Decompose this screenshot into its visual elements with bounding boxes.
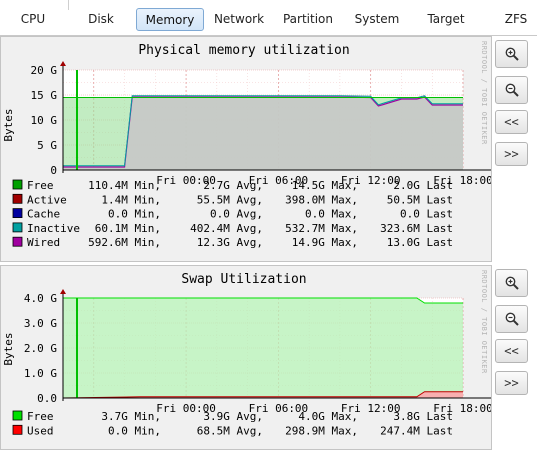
y-tick-label: 15 G bbox=[31, 89, 58, 102]
legend-swatch bbox=[12, 193, 23, 204]
legend-name: Free bbox=[27, 410, 54, 423]
legend-avg: 3.9G Avg, bbox=[203, 410, 263, 423]
legend-last: 13.0G Last bbox=[387, 236, 453, 249]
magnifier-plus-icon bbox=[505, 276, 519, 290]
tab-system[interactable]: System bbox=[349, 8, 405, 31]
legend-last: 50.5M Last bbox=[387, 193, 453, 206]
tab-zfs[interactable]: ZFS bbox=[498, 8, 534, 31]
legend-last: 323.6M Last bbox=[380, 222, 453, 235]
legend-avg: 2.7G Avg, bbox=[203, 179, 263, 192]
legend-max: 14.5G Max, bbox=[292, 179, 358, 192]
swap-graph-panel: Swap Utilization Bytes RRDTOOL / TOBI OE… bbox=[0, 265, 492, 450]
tab-memory[interactable]: Memory bbox=[136, 8, 204, 31]
legend-name: Free bbox=[27, 179, 54, 192]
y-tick-label: 4.0 G bbox=[24, 292, 57, 305]
legend-name: Used bbox=[27, 424, 54, 437]
legend-name: Inactive bbox=[27, 222, 80, 235]
legend-last: 3.8G Last bbox=[393, 410, 453, 423]
legend-name: Active bbox=[27, 193, 67, 206]
tab-partition[interactable]: Partition bbox=[280, 8, 336, 31]
y-tick-label: 20 G bbox=[31, 64, 58, 77]
series-free-area bbox=[63, 298, 463, 398]
magnifier-minus-icon bbox=[505, 312, 519, 326]
legend-last: 247.4M Last bbox=[380, 424, 453, 437]
legend-swatch bbox=[12, 222, 23, 233]
legend-min: 592.6M Min, bbox=[88, 236, 161, 249]
tab-network[interactable]: Network bbox=[211, 8, 267, 31]
legend-max: 532.7M Max, bbox=[285, 222, 358, 235]
legend-avg: 0.0 Avg, bbox=[210, 208, 263, 221]
tab-target[interactable]: Target bbox=[420, 8, 472, 31]
magnifier-plus-icon bbox=[505, 47, 519, 61]
legend-min: 110.4M Min, bbox=[88, 179, 161, 192]
back-button[interactable]: << bbox=[495, 339, 528, 363]
y-tick-label: 0 bbox=[50, 164, 57, 177]
legend-swatch bbox=[12, 236, 23, 247]
legend-last: 0.0 Last bbox=[400, 208, 453, 221]
tab-bar: CPU Disk Memory Network Partition System… bbox=[0, 0, 537, 36]
tab-cpu[interactable]: CPU bbox=[8, 8, 58, 31]
legend-name: Cache bbox=[27, 208, 60, 221]
y-tick-label: 10 G bbox=[31, 114, 58, 127]
forward-button[interactable]: >> bbox=[495, 371, 528, 395]
rrdtool-watermark: RRDTOOL / TOBI OETIKER bbox=[480, 270, 488, 374]
legend-min: 60.1M Min, bbox=[95, 222, 161, 235]
legend-swatch bbox=[12, 208, 23, 219]
legend-max: 4.0G Max, bbox=[298, 410, 358, 423]
legend-avg: 12.3G Avg, bbox=[197, 236, 263, 249]
swap-utilization-chart: Swap Utilization Bytes RRDTOOL / TOBI OE… bbox=[2, 270, 491, 437]
legend: Free 110.4M Min, 2.7G Avg, 14.5G Max, 2.0G L… bbox=[12, 179, 453, 249]
legend-min: 1.4M Min, bbox=[101, 193, 161, 206]
legend-avg: 68.5M Avg, bbox=[197, 424, 263, 437]
forward-button[interactable]: >> bbox=[495, 142, 528, 166]
y-tick-label: 0.0 bbox=[37, 392, 57, 405]
tab-separator bbox=[68, 0, 69, 10]
legend-min: 3.7G Min, bbox=[101, 410, 161, 423]
y-axis-label: Bytes bbox=[2, 108, 15, 141]
y-axis-arrow bbox=[60, 289, 66, 294]
memory-graph-panel: Physical memory utilization Bytes RRDTOO… bbox=[0, 36, 492, 262]
plot-area: 20 G15 G10 G5 G0Fri 00:00 Fri 06:00 Fri 12… bbox=[31, 61, 491, 187]
magnifier-minus-icon bbox=[505, 83, 519, 97]
y-axis-arrow bbox=[60, 61, 66, 66]
legend-min: 0.0 Min, bbox=[108, 208, 161, 221]
y-tick-label: 3.0 G bbox=[24, 317, 57, 330]
legend-swatch bbox=[12, 410, 23, 421]
legend-avg: 55.5M Avg, bbox=[197, 193, 263, 206]
y-tick-label: 5 G bbox=[37, 139, 57, 152]
memory-utilization-chart: Physical memory utilization Bytes RRDTOO… bbox=[2, 41, 491, 249]
legend-max: 398.0M Max, bbox=[285, 193, 358, 206]
legend-min: 0.0 Min, bbox=[108, 424, 161, 437]
legend-max: 0.0 Max, bbox=[305, 208, 358, 221]
legend-last: 2.0G Last bbox=[393, 179, 453, 192]
zoom-out-button[interactable] bbox=[495, 305, 528, 333]
zoom-in-button[interactable] bbox=[495, 269, 528, 297]
legend-max: 298.9M Max, bbox=[285, 424, 358, 437]
legend-swatch bbox=[12, 424, 23, 435]
legend-name: Wired bbox=[27, 236, 60, 249]
rrdtool-watermark: RRDTOOL / TOBI OETIKER bbox=[480, 41, 488, 145]
back-button[interactable]: << bbox=[495, 110, 528, 134]
legend-avg: 402.4M Avg, bbox=[190, 222, 263, 235]
legend-max: 14.9G Max, bbox=[292, 236, 358, 249]
legend-swatch bbox=[12, 179, 23, 190]
y-axis-label: Bytes bbox=[2, 332, 15, 365]
plot-area: 4.0 G3.0 G2.0 G1.0 G0.0Fri 00:00 Fri 06:0… bbox=[24, 289, 491, 415]
y-tick-label: 1.0 G bbox=[24, 367, 57, 380]
chart-title: Swap Utilization bbox=[181, 272, 306, 287]
y-tick-label: 2.0 G bbox=[24, 342, 57, 355]
tab-disk[interactable]: Disk bbox=[78, 8, 124, 31]
zoom-out-button[interactable] bbox=[495, 76, 528, 104]
zoom-in-button[interactable] bbox=[495, 40, 528, 68]
chart-title: Physical memory utilization bbox=[138, 43, 349, 58]
